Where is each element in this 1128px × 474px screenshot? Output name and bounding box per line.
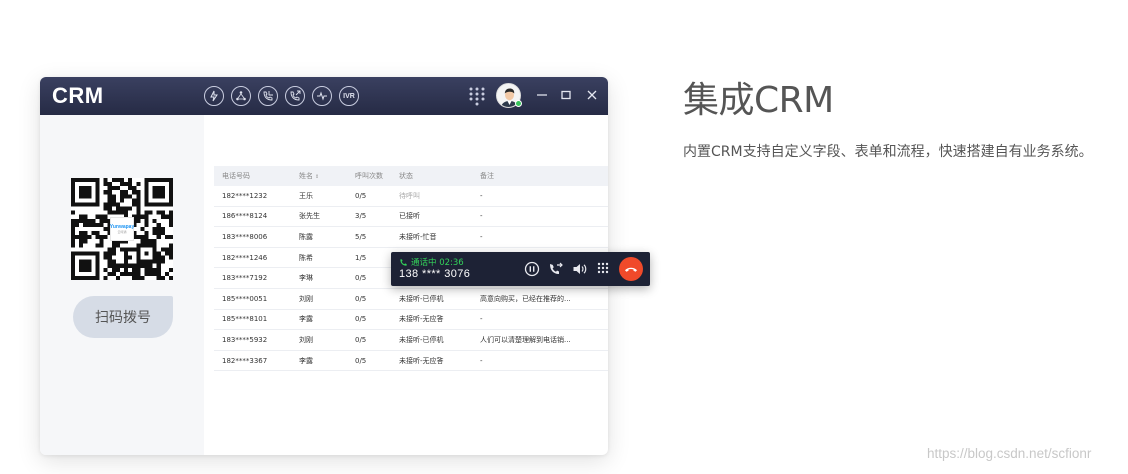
cell-phone: 186****8124 <box>222 212 268 221</box>
cell-status: 未接听-已停机 <box>399 294 444 303</box>
cell-phone: 185****8101 <box>222 315 268 324</box>
cell-call-count: 1/5 <box>355 253 367 262</box>
cell-note: - <box>480 191 483 200</box>
column-name[interactable]: 姓名 ⇕ <box>299 171 319 181</box>
column-status: 状态 <box>399 172 413 180</box>
volume-icon[interactable] <box>571 260 589 278</box>
cell-name: 张先生 <box>299 212 320 221</box>
table-row[interactable]: 185****0051 刘刚 0/5 未接听-已停机 高意向购买，已经在推荐的... <box>214 289 608 310</box>
cell-phone: 183****5932 <box>222 335 268 344</box>
ivr-icon[interactable]: IVR <box>339 86 359 106</box>
cell-phone: 185****0051 <box>222 294 268 303</box>
table-row[interactable]: 182****3367 李露 0/5 未接听-无应答 - <box>214 351 608 372</box>
cell-phone: 183****7192 <box>222 274 268 283</box>
cell-call-count: 5/5 <box>355 232 367 241</box>
qr-code[interactable]: Yunwapay 云呼通 <box>71 178 173 280</box>
cell-call-count: 0/5 <box>355 315 367 324</box>
cell-phone: 182****1232 <box>222 191 268 200</box>
scan-dial-button[interactable]: 扫码拨号 <box>73 296 173 338</box>
cell-status: 已接听 <box>399 212 420 221</box>
cell-phone: 182****3367 <box>222 356 268 365</box>
pulse-icon[interactable] <box>312 86 332 106</box>
cell-call-count: 3/5 <box>355 212 367 221</box>
cell-note: 人们可以清楚理解到电话销... <box>480 335 571 344</box>
table-row[interactable]: 186****8124 张先生 3/5 已接听 - <box>214 207 608 228</box>
hangup-button[interactable] <box>619 257 643 281</box>
cell-name: 陈露 <box>299 232 313 241</box>
qr-logo: Yunwapay 云呼通 <box>110 217 134 241</box>
cell-call-count: 0/5 <box>355 356 367 365</box>
feature-description: 内置CRM支持自定义字段、表单和流程，快速搭建自有业务系统。 <box>683 144 1093 160</box>
feature-heading: 集成CRM <box>683 80 834 121</box>
table-row[interactable]: 183****5932 刘刚 0/5 未接听-已停机 人们可以清楚理解到电话销... <box>214 330 608 351</box>
sort-icon[interactable]: ⇕ <box>315 174 319 180</box>
column-call-count: 呼叫次数 <box>355 172 383 180</box>
cell-status: 未接听-无应答 <box>399 356 444 365</box>
pause-icon[interactable] <box>523 260 541 278</box>
table-row[interactable]: 185****8101 李露 0/5 未接听-无应答 - <box>214 310 608 331</box>
cell-name: 刘刚 <box>299 294 313 303</box>
cell-call-count: 0/5 <box>355 294 367 303</box>
phone-out-icon[interactable] <box>285 86 305 106</box>
maximize-icon[interactable] <box>559 87 573 103</box>
watermark: https://blog.csdn.net/scfionr <box>927 446 1092 461</box>
transfer-call-icon[interactable] <box>547 260 565 278</box>
toolbar: IVR <box>204 86 359 106</box>
cell-name: 李露 <box>299 315 313 324</box>
dial-icon[interactable] <box>204 86 224 106</box>
title-bar: CRM IVR <box>40 77 608 115</box>
cell-name: 李琳 <box>299 274 313 283</box>
column-phone: 电话号码 <box>222 172 250 180</box>
call-status: 通话中 02:36 <box>399 256 464 268</box>
cell-name: 王乐 <box>299 191 313 200</box>
column-name-label: 姓名 <box>299 172 313 180</box>
cell-status: 未接听-已停机 <box>399 335 444 344</box>
cell-phone: 182****1246 <box>222 253 268 262</box>
cell-call-count: 0/5 <box>355 274 367 283</box>
cell-note: 高意向购买，已经在推荐的... <box>480 294 571 303</box>
hangup-icon <box>625 267 637 272</box>
transfer-icon[interactable] <box>231 86 251 106</box>
table-row[interactable]: 183****8006 陈露 5/5 未接听-忙音 - <box>214 227 608 248</box>
close-icon[interactable] <box>585 87 599 103</box>
cell-status: 待呼叫 <box>399 191 420 200</box>
cell-phone: 183****8006 <box>222 232 268 241</box>
call-number: 138 **** 3076 <box>399 268 471 280</box>
cell-name: 李露 <box>299 356 313 365</box>
cell-status: 未接听-无应答 <box>399 315 444 324</box>
cell-name: 陈希 <box>299 253 313 262</box>
cell-name: 刘刚 <box>299 335 313 344</box>
cell-note: - <box>480 212 483 221</box>
call-status-text: 通话中 02:36 <box>411 258 464 268</box>
minimize-icon[interactable] <box>535 87 549 103</box>
phone-icon <box>400 258 407 266</box>
column-note: 备注 <box>480 172 494 180</box>
cell-call-count: 0/5 <box>355 335 367 344</box>
cell-status: 未接听-忙音 <box>399 232 437 241</box>
app-title: CRM <box>52 83 104 108</box>
qr-logo-caption: 云呼通 <box>117 230 127 234</box>
left-panel: Yunwapay 云呼通 扫码拨号 <box>40 115 204 455</box>
dialpad-icon[interactable] <box>468 86 486 106</box>
keypad-icon[interactable] <box>594 260 612 278</box>
active-call-bar: 通话中 02:36 138 **** 3076 <box>391 252 650 286</box>
cell-note: - <box>480 315 483 324</box>
cell-note: - <box>480 356 483 365</box>
phone-in-icon[interactable] <box>258 86 278 106</box>
table-header: 电话号码 姓名 ⇕ 呼叫次数 状态 备注 <box>214 166 608 186</box>
cell-call-count: 0/5 <box>355 191 367 200</box>
online-status-dot <box>515 100 522 107</box>
table-row[interactable]: 182****1232 王乐 0/5 待呼叫 - <box>214 186 608 207</box>
cell-note: - <box>480 232 483 241</box>
